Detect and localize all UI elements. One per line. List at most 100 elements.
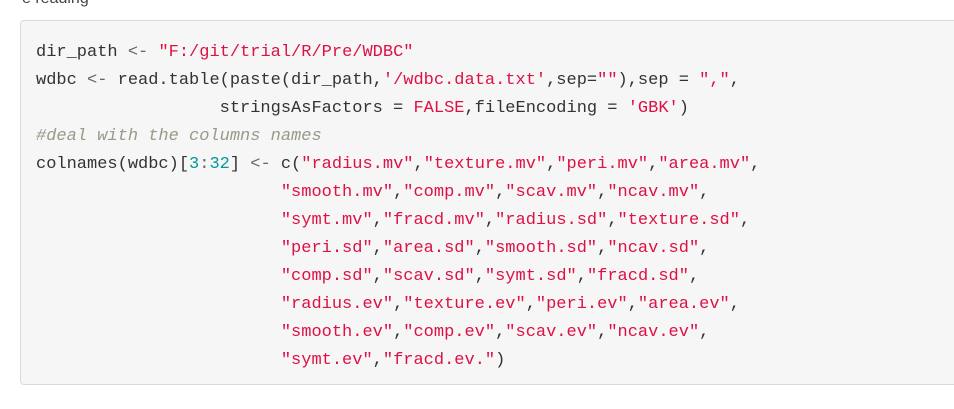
code-token: wdbc	[36, 71, 88, 90]
code-line: colnames(wdbc)[3:32] <- c("radius.mv","t…	[36, 151, 760, 179]
page: e reading dir_path <- "F:/git/trial/R/Pr…	[0, 0, 954, 409]
code-token: ,	[607, 211, 618, 230]
string-token: "texture.mv"	[423, 155, 547, 174]
code-token: ,	[372, 267, 383, 286]
code-token: ,	[546, 155, 557, 174]
code-listing[interactable]: dir_path <- "F:/git/trial/R/Pre/WDBC" wdb…	[36, 39, 760, 375]
string-token: "scav.ev"	[505, 323, 598, 342]
code-token: ,	[495, 183, 506, 202]
code-token: ,	[474, 239, 485, 258]
preceding-text-fragment: e reading	[22, 0, 89, 8]
string-token: "symt.mv"	[280, 211, 373, 230]
code-token: ,	[393, 183, 404, 202]
code-token: ,	[688, 267, 700, 286]
string-token: "ncav.mv"	[607, 183, 700, 202]
number-token: 32	[209, 155, 230, 174]
code-line: "peri.sd","area.sd","smooth.sd","ncav.sd…	[36, 235, 760, 263]
string-token: "radius.mv"	[301, 155, 414, 174]
operator-token: <-	[127, 43, 149, 62]
code-token: ,	[413, 155, 424, 174]
string-token: "fracd.mv"	[382, 211, 485, 230]
constant-token: FALSE	[413, 99, 465, 118]
code-token: )	[678, 99, 689, 118]
code-token: ,	[597, 323, 608, 342]
code-token: c(	[270, 155, 302, 174]
string-token: ","	[699, 71, 730, 90]
string-token: "peri.sd"	[280, 239, 373, 258]
string-token: "comp.mv"	[403, 183, 496, 202]
code-block: dir_path <- "F:/git/trial/R/Pre/WDBC" wdb…	[20, 20, 954, 385]
string-token: "peri.ev"	[535, 295, 628, 314]
string-token: "smooth.mv"	[280, 183, 394, 202]
string-token: "area.ev"	[637, 295, 730, 314]
string-token: "peri.mv"	[556, 155, 649, 174]
string-token: ""	[597, 71, 618, 90]
code-line: #deal with the columns names	[36, 123, 760, 151]
string-token: "area.sd"	[382, 239, 475, 258]
code-line: "comp.sd","scav.sd","symt.sd","fracd.sd"…	[36, 263, 760, 291]
code-token: )	[495, 351, 506, 370]
code-token: ,	[729, 295, 740, 314]
operator-token: :	[199, 155, 210, 174]
code-token: ),sep =	[617, 71, 700, 90]
code-token: ,	[699, 183, 710, 202]
code-token: ,	[699, 239, 710, 258]
code-token: ,sep=	[546, 71, 598, 90]
code-token: ,fileEncoding =	[464, 99, 628, 118]
code-token: stringsAsFactors =	[36, 99, 414, 118]
string-token: "fracd.sd"	[586, 267, 689, 286]
code-token: dir_path	[36, 43, 128, 62]
code-token: read.table(paste(dir_path,	[107, 71, 383, 90]
code-token: ,	[372, 239, 383, 258]
code-token: ,	[393, 323, 404, 342]
code-token: ]	[229, 155, 251, 174]
string-token: "F:/git/trial/R/Pre/WDBC"	[158, 43, 414, 62]
code-token: colnames(wdbc)[	[36, 155, 190, 174]
code-token: ,	[393, 295, 404, 314]
code-token: ,	[474, 267, 485, 286]
code-line: dir_path <- "F:/git/trial/R/Pre/WDBC"	[36, 39, 760, 67]
string-token: "ncav.sd"	[607, 239, 700, 258]
comment-token: #deal with the columns names	[36, 127, 322, 146]
code-token: ,	[484, 211, 496, 230]
string-token: "symt.sd"	[484, 267, 577, 286]
code-line: "symt.ev","fracd.ev.")	[36, 347, 760, 375]
code-token: ,	[495, 323, 506, 342]
code-token: ,	[597, 239, 608, 258]
code-token: ,	[372, 351, 383, 370]
string-token: "smooth.ev"	[280, 323, 394, 342]
code-token: ,	[699, 323, 710, 342]
string-token: "scav.mv"	[505, 183, 598, 202]
code-token: ,	[627, 295, 638, 314]
operator-token: <-	[250, 155, 271, 174]
string-token: "area.mv"	[658, 155, 751, 174]
string-token: "smooth.sd"	[484, 239, 598, 258]
code-token: ,	[739, 211, 751, 230]
code-line: stringsAsFactors = FALSE,fileEncoding = …	[36, 95, 760, 123]
string-token: "ncav.ev"	[607, 323, 700, 342]
code-token: ,	[576, 267, 587, 286]
code-token: ,	[597, 183, 608, 202]
string-token: '/wdbc.data.txt'	[382, 71, 547, 90]
code-line: "radius.ev","texture.ev","peri.ev","area…	[36, 291, 760, 319]
string-token: "texture.sd"	[617, 211, 740, 230]
code-token: ,	[525, 295, 536, 314]
string-token: "fracd.ev."	[382, 351, 496, 370]
string-token: "comp.ev"	[403, 323, 496, 342]
code-token: ,	[729, 71, 740, 90]
code-line: "smooth.mv","comp.mv","scav.mv","ncav.mv…	[36, 179, 760, 207]
code-line: "symt.mv","fracd.mv","radius.sd","textur…	[36, 207, 760, 235]
string-token: "scav.sd"	[382, 267, 475, 286]
code-line: "smooth.ev","comp.ev","scav.ev","ncav.ev…	[36, 319, 760, 347]
string-token: "comp.sd"	[280, 267, 373, 286]
string-token: 'GBK'	[627, 99, 679, 118]
code-token: ,	[372, 211, 383, 230]
code-token: ,	[648, 155, 659, 174]
